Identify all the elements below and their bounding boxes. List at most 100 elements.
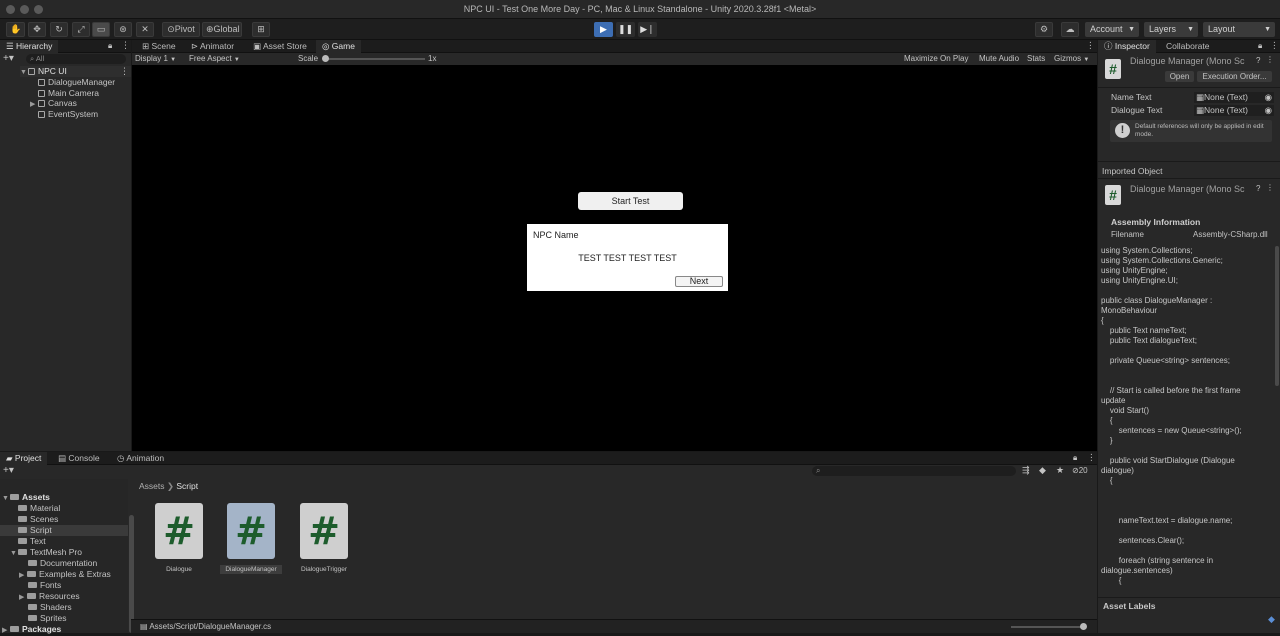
- expand-arrow-icon[interactable]: ▶: [19, 570, 27, 581]
- object-picker-icon[interactable]: ◉: [1265, 105, 1272, 116]
- name-text-field[interactable]: ▦None (Text) ◉: [1194, 92, 1274, 103]
- scale-slider-thumb[interactable]: [322, 55, 329, 62]
- dialogue-text-label: Dialogue Text: [1111, 105, 1163, 115]
- tree-item[interactable]: Sprites: [28, 613, 66, 624]
- tab-console[interactable]: ▤ Console: [52, 452, 106, 465]
- maximize-on-play-toggle[interactable]: Maximize On Play: [904, 53, 968, 65]
- expand-arrow-icon[interactable]: ▶: [19, 592, 27, 603]
- execution-order-button[interactable]: Execution Order...: [1197, 71, 1272, 82]
- lock-icon[interactable]: 🔒︎: [1073, 453, 1077, 463]
- more-options-icon[interactable]: ⋮: [1270, 40, 1279, 51]
- move-tool-icon[interactable]: ✥: [28, 22, 46, 37]
- step-button[interactable]: ▶❘: [638, 22, 657, 37]
- tab-game[interactable]: ◎ Game: [316, 40, 361, 53]
- hierarchy-item[interactable]: EventSystem: [38, 109, 98, 120]
- icon-size-slider[interactable]: [1011, 626, 1086, 628]
- scale-label: Scale: [298, 54, 319, 63]
- expand-arrow-icon[interactable]: ▼: [20, 67, 28, 78]
- add-object-button[interactable]: +▾: [3, 53, 21, 65]
- tree-item[interactable]: ▶ Resources: [19, 591, 80, 602]
- hierarchy-item[interactable]: DialogueManager: [38, 77, 115, 88]
- tab-project[interactable]: ▰ Project: [0, 452, 48, 465]
- filter-type-icon[interactable]: ⇶: [1022, 465, 1030, 476]
- hierarchy-item[interactable]: ▶ Canvas: [30, 98, 77, 109]
- more-options-icon[interactable]: ⋮: [1087, 452, 1096, 463]
- tree-item[interactable]: Material: [18, 503, 60, 514]
- breadcrumb-current[interactable]: Script: [176, 481, 198, 491]
- tree-item[interactable]: Text: [18, 536, 46, 547]
- expand-arrow-icon[interactable]: ▶: [2, 625, 10, 636]
- more-options-icon[interactable]: ⋮: [121, 40, 130, 51]
- object-picker-icon[interactable]: ◉: [1265, 92, 1272, 103]
- cloud-icon[interactable]: ☁: [1061, 22, 1079, 37]
- tree-item[interactable]: Fonts: [28, 580, 61, 591]
- icon-size-slider-thumb[interactable]: [1080, 623, 1087, 630]
- lock-icon[interactable]: 🔒︎: [1258, 41, 1262, 51]
- expand-arrow-icon[interactable]: ▶: [30, 99, 38, 110]
- expand-arrow-icon[interactable]: ▼: [2, 493, 10, 504]
- inspector-scrollbar[interactable]: [1275, 246, 1279, 386]
- tree-item[interactable]: ▼ Assets: [2, 492, 50, 503]
- inspector-panel: # Dialogue Manager (Mono Sc ? ⋮ Open Exe…: [1098, 53, 1280, 633]
- tab-asset-store[interactable]: ▣ Asset Store: [247, 40, 313, 53]
- dialogue-text-field[interactable]: ▦None (Text) ◉: [1194, 105, 1274, 116]
- account-dropdown[interactable]: Account ▼: [1085, 22, 1139, 37]
- pivot-toggle[interactable]: ⊙Pivot: [162, 22, 200, 37]
- scale-tool-icon[interactable]: ⤢: [72, 22, 90, 37]
- tree-item[interactable]: ▼ TextMesh Pro: [10, 547, 82, 558]
- game-view[interactable]: Start Test NPC Name TEST TEST TEST TEST …: [132, 65, 1097, 451]
- layout-dropdown[interactable]: Layout ▼: [1203, 22, 1275, 37]
- settings-gear-icon[interactable]: ⚙: [1035, 22, 1053, 37]
- hidden-count[interactable]: ⊘20: [1072, 466, 1088, 475]
- tab-collaborate[interactable]: Collaborate: [1160, 40, 1215, 53]
- settings-slider-icon[interactable]: ⋮: [1266, 183, 1274, 192]
- add-asset-button[interactable]: +▾: [3, 465, 14, 476]
- pause-button[interactable]: ❚❚: [616, 22, 635, 37]
- hand-tool-icon[interactable]: ✋: [6, 22, 26, 37]
- breadcrumb-root[interactable]: Assets: [139, 481, 165, 491]
- play-button[interactable]: ▶: [594, 22, 613, 37]
- expand-arrow-icon[interactable]: ▼: [10, 548, 18, 559]
- tree-item[interactable]: Documentation: [28, 558, 97, 569]
- scale-slider[interactable]: [325, 58, 425, 60]
- tab-hierarchy[interactable]: ☰ Hierarchy: [0, 40, 59, 53]
- tab-animation[interactable]: ◷ Animation: [111, 452, 170, 465]
- tree-item[interactable]: Shaders: [28, 602, 72, 613]
- tree-item[interactable]: ▶ Examples & Extras: [19, 569, 111, 580]
- filter-label-icon[interactable]: ◆: [1039, 465, 1046, 476]
- mute-audio-toggle[interactable]: Mute Audio: [979, 53, 1019, 65]
- more-options-icon[interactable]: ⋮: [120, 66, 129, 77]
- layers-dropdown[interactable]: Layers ▼: [1144, 22, 1198, 37]
- next-button[interactable]: Next: [675, 276, 723, 287]
- transform-tool-icon[interactable]: ⊛: [114, 22, 132, 37]
- project-search-input[interactable]: ⌕: [812, 466, 1016, 476]
- custom-tool-icon[interactable]: ✕: [136, 22, 154, 37]
- lock-icon[interactable]: 🔒︎: [108, 41, 112, 51]
- help-icon[interactable]: ?: [1256, 184, 1260, 193]
- start-test-button[interactable]: Start Test: [578, 192, 683, 210]
- hierarchy-root-row[interactable]: ▼ NPC UI: [20, 66, 131, 77]
- rect-tool-icon[interactable]: ▭: [92, 22, 110, 37]
- favorite-star-icon[interactable]: ★: [1056, 465, 1064, 476]
- label-tag-icon[interactable]: ◆: [1268, 614, 1275, 625]
- tree-item[interactable]: Scenes: [18, 514, 58, 525]
- settings-slider-icon[interactable]: ⋮: [1266, 55, 1274, 64]
- asset-item[interactable]: # Dialogue: [150, 503, 208, 573]
- tree-scrollbar[interactable]: [129, 515, 134, 633]
- tab-inspector[interactable]: ⓘ Inspector: [1098, 40, 1156, 53]
- hierarchy-search-input[interactable]: ⌕ All: [26, 54, 126, 64]
- tab-animator[interactable]: ⊳ Animator: [185, 40, 240, 53]
- tab-scene[interactable]: ⊞ Scene: [136, 40, 182, 53]
- more-options-icon[interactable]: ⋮: [1086, 40, 1095, 51]
- asset-item[interactable]: # DialogueTrigger: [295, 503, 353, 573]
- global-toggle[interactable]: ⊕Global: [202, 22, 242, 37]
- search-icon: ⌕: [816, 466, 821, 475]
- rotate-tool-icon[interactable]: ↻: [50, 22, 68, 37]
- tree-item[interactable]: ▶ Packages: [2, 624, 61, 635]
- asset-item-selected[interactable]: # DialogueManager: [220, 503, 282, 574]
- tree-item-selected[interactable]: Script: [0, 525, 128, 536]
- open-button[interactable]: Open: [1165, 71, 1194, 82]
- stats-toggle[interactable]: Stats: [1027, 53, 1045, 65]
- grid-snap-icon[interactable]: ⊞: [252, 22, 270, 37]
- help-icon[interactable]: ?: [1256, 56, 1260, 65]
